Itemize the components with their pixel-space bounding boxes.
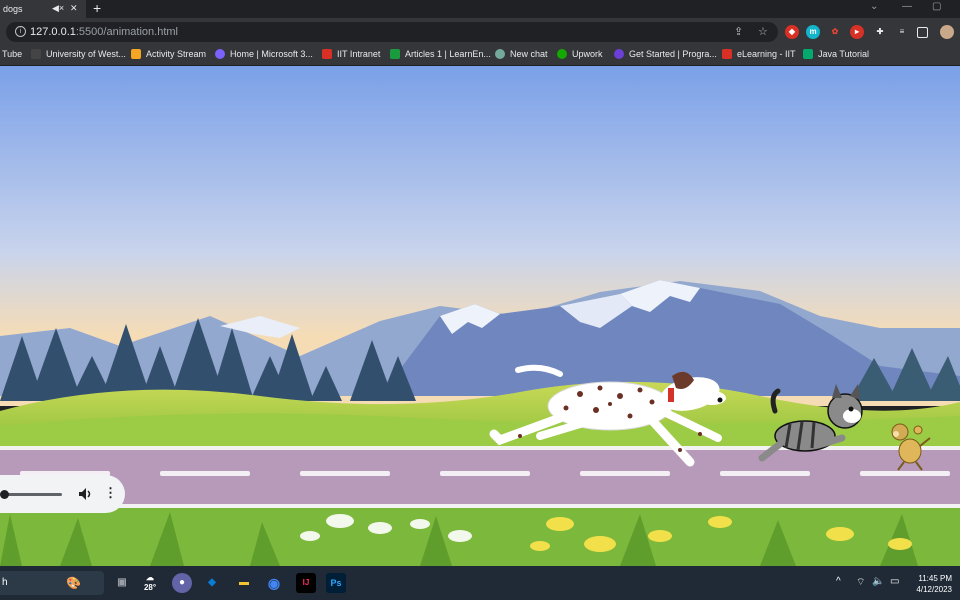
bookmark-star-icon[interactable]: ☆ bbox=[758, 25, 768, 38]
bookmark-item[interactable]: Java Tutorial bbox=[803, 49, 869, 59]
bookmark-item[interactable]: Upwork bbox=[557, 49, 603, 59]
microsoft-icon bbox=[215, 49, 225, 59]
bookmark-item[interactable]: Home | Microsoft 3... bbox=[215, 49, 313, 59]
foreground-grass bbox=[0, 508, 960, 566]
share-icon[interactable]: ⇪ bbox=[734, 25, 743, 38]
bookmark-item[interactable]: New chat bbox=[495, 49, 548, 59]
photoshop-icon[interactable]: Ps bbox=[326, 573, 346, 593]
extension-paint-icon[interactable]: ✿ bbox=[828, 25, 842, 39]
bookmark-item[interactable]: Activity Stream bbox=[131, 49, 206, 59]
search-text: h bbox=[2, 577, 8, 588]
seek-bar[interactable] bbox=[6, 493, 62, 496]
pencil-icon bbox=[131, 49, 141, 59]
taskbar-search[interactable]: h 🎨 bbox=[0, 571, 104, 595]
side-panel-icon[interactable] bbox=[917, 27, 928, 38]
chrome-icon[interactable]: ◉ bbox=[264, 573, 284, 593]
bookmark-item[interactable]: eLearning - IIT bbox=[722, 49, 796, 59]
grid-icon bbox=[31, 49, 41, 59]
road-edge-bottom bbox=[0, 504, 960, 508]
bookmark-item[interactable]: Articles 1 | LearnEn... bbox=[390, 49, 491, 59]
upwork-icon bbox=[557, 49, 567, 59]
more-vert-icon[interactable]: ⋮ bbox=[104, 485, 117, 501]
volume-icon[interactable] bbox=[78, 487, 92, 501]
file-explorer-icon[interactable]: ▬ bbox=[234, 573, 254, 593]
progress-icon bbox=[614, 49, 624, 59]
wifi-icon[interactable]: ⌔ bbox=[856, 576, 865, 589]
bookmark-item[interactable]: Get Started | Progra... bbox=[614, 49, 717, 59]
vscode-icon[interactable]: ◆ bbox=[202, 573, 222, 593]
extension-shield-icon[interactable]: ◆ bbox=[785, 25, 799, 39]
chevron-down-icon[interactable]: ⌄ bbox=[870, 1, 878, 12]
tab-dogs[interactable]: dogs ◀× ✕ bbox=[0, 0, 86, 18]
extension-m-icon[interactable]: m bbox=[806, 25, 820, 39]
tab-title: dogs bbox=[3, 4, 23, 14]
address-bar[interactable]: i 127.0.0.1:5500/animation.html ⇪ ☆ bbox=[6, 22, 778, 42]
system-clock[interactable]: 11:45 PM 4/12/2023 bbox=[916, 573, 952, 595]
grid-green-icon bbox=[390, 49, 400, 59]
search-highlight-icon: 🎨 bbox=[66, 576, 81, 590]
browser-toolbar: i 127.0.0.1:5500/animation.html ⇪ ☆ ◆ m … bbox=[0, 18, 960, 46]
seek-knob[interactable] bbox=[0, 490, 9, 499]
address-path: :5500/animation.html bbox=[75, 26, 178, 38]
extension-video-icon[interactable]: ▸ bbox=[850, 25, 864, 39]
road bbox=[0, 450, 960, 504]
shield-icon bbox=[722, 49, 732, 59]
chat-icon bbox=[495, 49, 505, 59]
tray-chevron-icon[interactable]: ^ bbox=[836, 576, 841, 587]
bookmark-item[interactable]: IIT Intranet bbox=[322, 49, 380, 59]
tab-strip: dogs ◀× ✕ + ⌄ — ▢ bbox=[0, 0, 960, 18]
bookmark-item[interactable]: Tube bbox=[2, 49, 22, 59]
maximize-icon[interactable]: ▢ bbox=[932, 1, 941, 12]
shield-icon bbox=[322, 49, 332, 59]
media-controls: ⋮ bbox=[0, 475, 125, 513]
media-queue-icon[interactable]: ≡ bbox=[895, 25, 909, 39]
windows-taskbar: h 🎨 ▣ ☁ 28° ● ◆ ▬ ◉ IJ Ps ^ ⌔ 🔈 ▭ 11:45 P… bbox=[0, 566, 960, 600]
address-host: 127.0.0.1 bbox=[30, 26, 76, 38]
speaker-muted-icon[interactable]: ◀× bbox=[52, 3, 64, 14]
bookmarks-bar: Tube University of West... Activity Stre… bbox=[0, 46, 960, 66]
extensions-puzzle-icon[interactable]: ✚ bbox=[873, 25, 887, 39]
animation-scene: ⋮ bbox=[0, 66, 960, 566]
teams-icon[interactable]: ● bbox=[172, 573, 192, 593]
weather-widget[interactable]: ☁ 28° bbox=[140, 573, 160, 593]
background-illustration bbox=[0, 66, 960, 566]
bookmark-item[interactable]: University of West... bbox=[31, 49, 126, 59]
w3-icon bbox=[803, 49, 813, 59]
task-view-icon[interactable]: ▣ bbox=[112, 573, 132, 593]
minimize-icon[interactable]: — bbox=[902, 1, 912, 12]
clock-date: 4/12/2023 bbox=[916, 585, 952, 594]
battery-icon[interactable]: ▭ bbox=[890, 576, 899, 587]
speaker-icon[interactable]: 🔈 bbox=[872, 576, 884, 587]
intellij-icon[interactable]: IJ bbox=[296, 573, 316, 593]
profile-avatar[interactable] bbox=[940, 25, 954, 39]
new-tab-button[interactable]: + bbox=[93, 0, 101, 16]
close-icon[interactable]: ✕ bbox=[70, 3, 78, 14]
site-info-icon[interactable]: i bbox=[15, 26, 26, 37]
red-collar bbox=[668, 388, 674, 402]
clock-time: 11:45 PM bbox=[918, 574, 952, 583]
